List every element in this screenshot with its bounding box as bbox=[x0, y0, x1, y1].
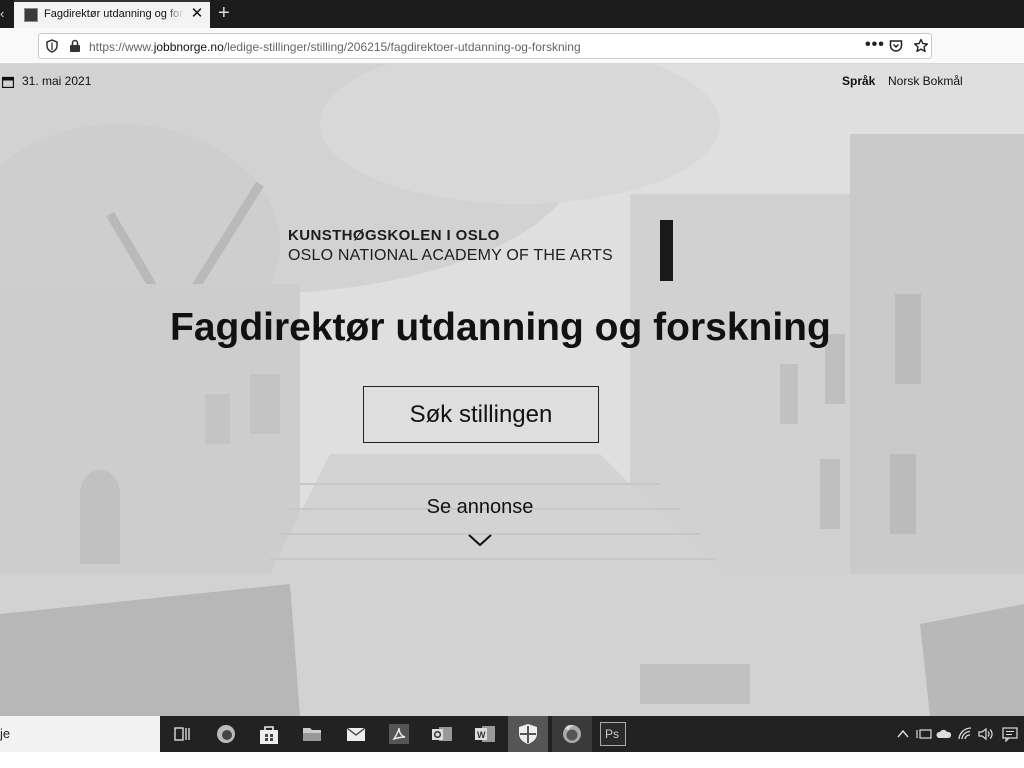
wifi-icon[interactable] bbox=[958, 727, 972, 741]
url-host: jobbnorge.no bbox=[153, 40, 224, 54]
bookmark-star-icon[interactable] bbox=[913, 38, 929, 54]
volume-icon[interactable] bbox=[978, 727, 994, 741]
search-text: je bbox=[0, 726, 11, 741]
task-view-icon[interactable] bbox=[170, 722, 194, 746]
tracking-protection-shield-icon[interactable] bbox=[45, 39, 59, 53]
page-actions-more-icon[interactable]: ••• bbox=[865, 36, 885, 54]
institution-logo-line1: KUNSTHØGSKOLEN I OSLO bbox=[288, 227, 500, 244]
chevron-up-icon[interactable] bbox=[896, 728, 910, 740]
new-tab-button[interactable]: + bbox=[218, 2, 234, 24]
security-icon[interactable] bbox=[516, 722, 540, 746]
onedrive-icon[interactable] bbox=[936, 729, 952, 739]
job-posting-page: 31. mai 2021 Språk Norsk Bokmål KUNSTHØG… bbox=[0, 64, 1024, 716]
store-icon[interactable] bbox=[257, 722, 281, 746]
mail-icon[interactable] bbox=[344, 722, 368, 746]
institution-logo-bar bbox=[660, 220, 673, 281]
pocket-icon[interactable] bbox=[889, 39, 903, 53]
edge-icon[interactable] bbox=[214, 722, 238, 746]
apply-button[interactable]: Søk stillingen bbox=[363, 386, 599, 443]
url-prefix: https://www. bbox=[89, 40, 154, 54]
browser-tab-active[interactable]: Fagdirektør utdanning og forsk ✕ bbox=[14, 0, 210, 28]
date-text: 31. mai 2021 bbox=[22, 74, 92, 88]
language-label: Språk bbox=[842, 74, 876, 88]
network-adapter-icon[interactable] bbox=[916, 728, 932, 740]
chevron-down-icon[interactable] bbox=[467, 532, 493, 548]
word-icon[interactable]: W bbox=[473, 722, 497, 746]
institution-logo-line2: OSLO NATIONAL ACADEMY OF THE ARTS bbox=[288, 247, 613, 264]
see-ad-link[interactable]: Se annonse bbox=[380, 496, 580, 519]
jobbnorge-favicon-icon bbox=[24, 8, 38, 22]
taskbar-search-box[interactable]: je bbox=[0, 716, 160, 752]
notification-icon[interactable] bbox=[1002, 726, 1018, 742]
navigation-bar: https://www.jobbnorge.no/ledige-stilling… bbox=[0, 28, 1024, 64]
job-title: Fagdirektør utdanning og forskning bbox=[170, 306, 831, 349]
language-selector[interactable]: Norsk Bokmål bbox=[888, 74, 963, 88]
tab-title: Fagdirektør utdanning og forsk bbox=[44, 8, 184, 20]
screen-bottom-strip bbox=[0, 752, 1024, 768]
windows-taskbar: je W Ps bbox=[0, 716, 1024, 752]
tab-scroll-left-button[interactable]: ‹ bbox=[0, 4, 10, 24]
outlook-icon[interactable] bbox=[430, 722, 454, 746]
photoshop-label: Ps bbox=[605, 727, 620, 741]
svg-text:W: W bbox=[477, 730, 486, 740]
tab-close-icon[interactable]: ✕ bbox=[190, 6, 204, 22]
photoshop-icon[interactable]: Ps bbox=[600, 722, 626, 746]
file-explorer-icon[interactable] bbox=[300, 722, 324, 746]
acrobat-icon[interactable] bbox=[387, 722, 411, 746]
url-path: /ledige-stillinger/stilling/206215/fagdi… bbox=[223, 40, 581, 54]
lock-icon[interactable] bbox=[69, 39, 81, 53]
calendar-icon bbox=[2, 76, 14, 88]
address-bar[interactable]: https://www.jobbnorge.no/ledige-stilling… bbox=[38, 33, 932, 59]
tab-bar: ‹ Fagdirektør utdanning og forsk ✕ + bbox=[0, 0, 1024, 28]
firefox-icon[interactable] bbox=[560, 722, 584, 746]
url-text[interactable]: https://www.jobbnorge.no/ledige-stilling… bbox=[89, 40, 581, 54]
